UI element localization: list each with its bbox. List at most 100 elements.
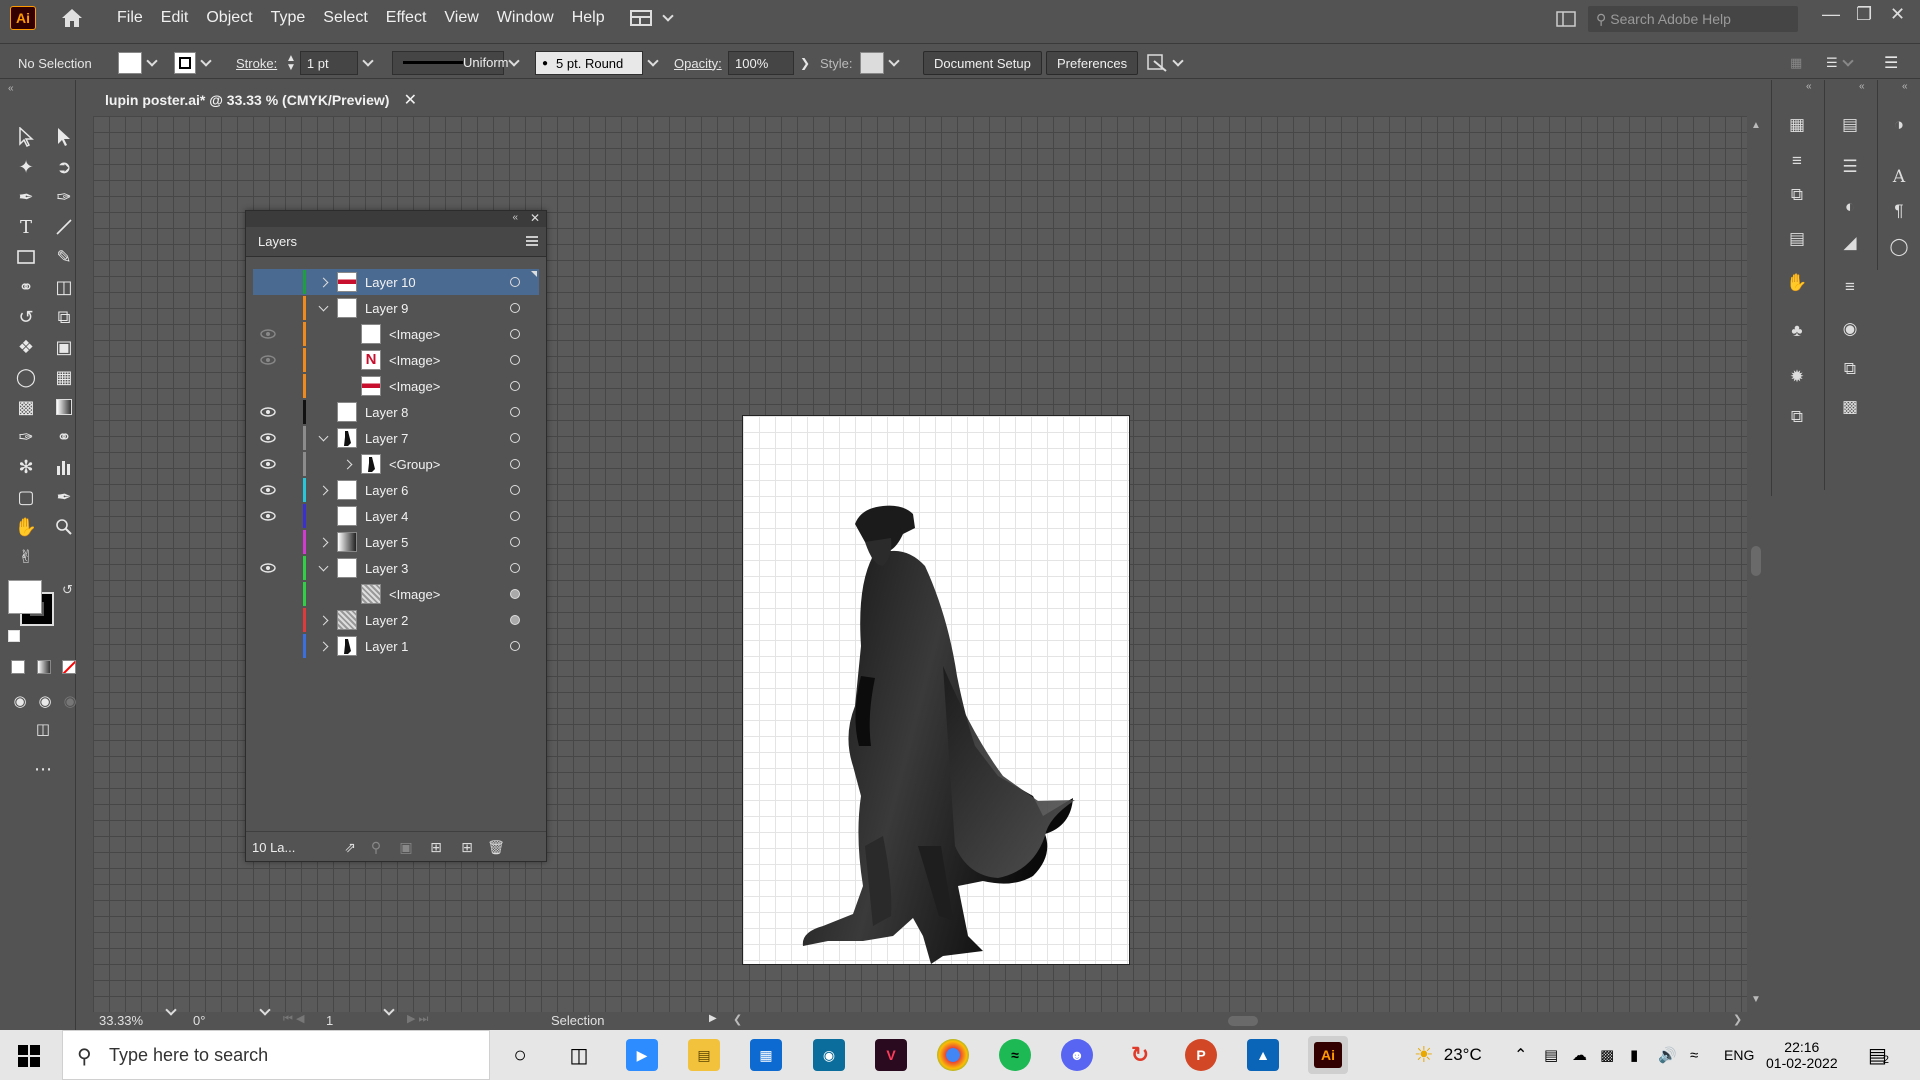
task-view-icon[interactable]: ◫ — [563, 1039, 595, 1071]
target-circle-icon[interactable] — [510, 433, 520, 443]
visibility-toggle[interactable] — [259, 585, 277, 603]
fill-stroke-widget[interactable] — [8, 580, 54, 626]
visibility-toggle[interactable] — [259, 637, 277, 655]
dell-app-icon[interactable]: ◉ — [813, 1039, 845, 1071]
new-sublayer-icon[interactable]: ⊞ — [428, 839, 444, 855]
ccleaner-icon[interactable]: ↻ — [1124, 1039, 1156, 1071]
opentype-panel-icon[interactable]: ◯ — [1886, 234, 1912, 260]
curvature-tool-icon[interactable]: ✑ — [51, 184, 77, 210]
puppet-icon[interactable]: ✋ — [1784, 270, 1810, 296]
delete-layer-icon[interactable]: 🗑 — [487, 839, 505, 855]
collapse-dock-icon[interactable]: « — [1902, 81, 1908, 92]
free-transform-tool-icon[interactable]: ▣ — [51, 334, 77, 360]
visibility-toggle[interactable] — [259, 325, 277, 343]
stroke-label[interactable]: Stroke: — [236, 51, 277, 75]
collapse-panel-icon[interactable]: « — [512, 212, 518, 223]
language-indicator[interactable]: ENG — [1724, 1030, 1754, 1080]
edit-toolbar-icon[interactable]: ⋯ — [30, 756, 56, 782]
perspective-grid-tool-icon[interactable]: ▦ — [51, 364, 77, 390]
export-icon[interactable]: ⇗ — [342, 839, 358, 855]
new-layer-icon[interactable]: ⊞ — [459, 839, 475, 855]
mesh-tool-icon[interactable]: ▩ — [13, 394, 39, 420]
visibility-toggle[interactable] — [259, 533, 277, 551]
opacity-value[interactable]: 100% — [728, 51, 794, 75]
paragraph-panel-icon[interactable]: ¶ — [1886, 198, 1912, 224]
valorant-icon[interactable]: V — [875, 1039, 907, 1071]
close-tab-icon[interactable]: ✕ — [404, 90, 417, 110]
visibility-toggle[interactable] — [259, 429, 277, 447]
onedrive-icon[interactable]: ☁ — [1572, 1030, 1587, 1080]
layer-row[interactable]: Layer 1 — [253, 633, 539, 659]
show-hidden-icons[interactable]: ⌃ — [1514, 1030, 1527, 1080]
blend-tool-icon[interactable]: ⚭ — [51, 424, 77, 450]
windows-start-icon[interactable] — [18, 1045, 40, 1070]
target-circle-icon[interactable] — [510, 407, 520, 417]
menu-window[interactable]: Window — [488, 9, 563, 27]
layer-row[interactable]: Layer 7 — [253, 425, 539, 451]
layer-name[interactable]: Layer 10 — [365, 275, 416, 290]
stroke-weight-stepper[interactable]: ▲ ▼ 1 pt — [286, 51, 378, 75]
volume-icon[interactable]: 🔊 — [1658, 1030, 1677, 1080]
preferences-button[interactable]: Preferences — [1046, 51, 1139, 75]
color-mode-icon[interactable] — [11, 660, 25, 674]
shaper-tool-icon[interactable]: ⚭ — [13, 274, 39, 300]
zoom-tool-icon[interactable] — [51, 514, 77, 540]
chevron-down-icon[interactable] — [317, 561, 329, 574]
column-graph-tool-icon[interactable] — [51, 454, 77, 480]
type-tool-icon[interactable]: T — [13, 214, 39, 240]
sublayer-row[interactable]: <Group> — [253, 451, 539, 477]
target-circle-icon[interactable] — [510, 537, 520, 547]
layer-name[interactable]: Layer 1 — [365, 639, 408, 654]
align-panel-icon[interactable]: ≡ — [1784, 148, 1810, 174]
sublayer-row[interactable]: <Image> — [253, 321, 539, 347]
layer-name[interactable]: Layer 3 — [365, 561, 408, 576]
draw-behind-icon[interactable]: ◉ — [32, 688, 58, 714]
vertical-scroll-thumb[interactable] — [1751, 546, 1761, 576]
visibility-toggle[interactable] — [259, 273, 277, 291]
target-circle-icon[interactable] — [510, 615, 520, 625]
target-circle-icon[interactable] — [510, 563, 520, 573]
layer-name[interactable]: <Image> — [389, 353, 440, 368]
slice-tool-icon[interactable]: ✒ — [51, 484, 77, 510]
control-bar-menu-icon[interactable]: ☰ — [1884, 51, 1898, 75]
collapse-panel-icon[interactable]: « — [8, 83, 14, 94]
target-circle-icon[interactable] — [510, 485, 520, 495]
visibility-toggle[interactable] — [259, 481, 277, 499]
menu-help[interactable]: Help — [563, 9, 614, 27]
scroll-up-icon[interactable]: ▲ — [1751, 120, 1761, 131]
powerpoint-icon[interactable]: P — [1185, 1039, 1217, 1071]
libraries-panel-icon[interactable]: ▤ — [1837, 112, 1863, 138]
selection-tool-icon[interactable] — [13, 124, 39, 150]
visibility-toggle[interactable] — [259, 351, 277, 369]
draw-inside-icon[interactable]: ◉ — [57, 688, 83, 714]
notifications-button[interactable]: ▤ 2 — [1868, 1030, 1889, 1080]
lasso-tool-icon[interactable]: ➲ — [51, 154, 77, 180]
properties-sliders-icon[interactable]: ☰ — [1837, 154, 1863, 180]
close-panel-icon[interactable]: ✕ — [530, 211, 540, 225]
tray-device-icon[interactable]: ▤ — [1544, 1030, 1558, 1080]
draw-normal-icon[interactable]: ◉ — [7, 688, 33, 714]
properties-panel-icon[interactable]: ▤ — [1784, 226, 1810, 252]
layer-row[interactable]: Layer 10 — [253, 269, 539, 295]
collapse-dock-icon[interactable]: « — [1859, 81, 1865, 92]
color-guide-icon[interactable]: ◢ — [1837, 230, 1863, 256]
document-tab[interactable]: lupin poster.ai* @ 33.33 % (CMYK/Preview… — [93, 86, 425, 114]
character-panel-icon[interactable]: A — [1886, 164, 1912, 190]
sublayer-row[interactable]: <Image> — [253, 373, 539, 399]
layer-row[interactable]: Layer 8 — [253, 399, 539, 425]
close-window-button[interactable]: ✕ — [1890, 4, 1905, 25]
stroke-swatch[interactable] — [174, 51, 216, 75]
layer-name[interactable]: Layer 7 — [365, 431, 408, 446]
symbol-sprayer-tool-icon[interactable]: ✻ — [13, 454, 39, 480]
layer-name[interactable]: Layer 8 — [365, 405, 408, 420]
target-circle-icon[interactable] — [510, 589, 520, 599]
transform-panel-icon[interactable]: ▦ — [1784, 112, 1810, 138]
chevron-down-icon[interactable] — [317, 431, 329, 444]
menu-view[interactable]: View — [435, 9, 487, 27]
stroke-panel-icon[interactable]: ≡ — [1837, 274, 1863, 300]
home-icon[interactable] — [58, 4, 86, 32]
layer-row[interactable]: Layer 3 — [253, 555, 539, 581]
help-search-input[interactable]: ⚲ Search Adobe Help — [1588, 6, 1798, 32]
artboard-number[interactable]: 1 — [326, 1013, 366, 1028]
arrange-documents-icon[interactable] — [1556, 11, 1576, 30]
